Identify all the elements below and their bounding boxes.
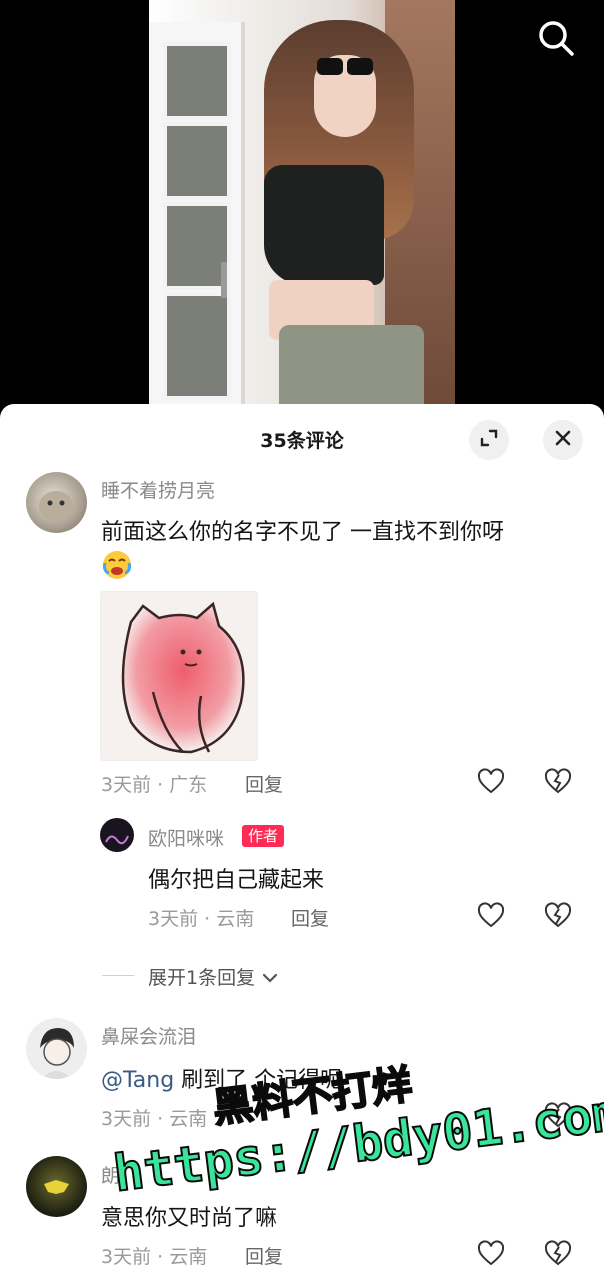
avatar[interactable] — [26, 1018, 87, 1079]
search-icon[interactable] — [536, 18, 576, 58]
reply-button[interactable]: 回复 — [245, 770, 283, 797]
sunglasses — [317, 58, 375, 76]
comment-username[interactable]: 鼻屎会流泪 — [101, 1022, 196, 1049]
dislike-broken-heart-icon[interactable] — [544, 768, 572, 796]
crying-emoji — [101, 548, 133, 580]
comment-username[interactable]: 睡不着捞月亮 — [101, 476, 215, 503]
avatar[interactable] — [26, 472, 87, 533]
mention-link[interactable]: @Tang — [101, 1068, 174, 1093]
like-heart-icon[interactable] — [477, 902, 505, 930]
avatar[interactable] — [26, 1156, 87, 1217]
like-heart-icon[interactable] — [477, 768, 505, 796]
expand-button[interactable] — [469, 420, 509, 460]
reply-meta: 3天前 · 云南 — [148, 908, 255, 930]
video-frame — [149, 0, 455, 404]
dislike-broken-heart-icon[interactable] — [544, 1240, 572, 1268]
expand-icon — [479, 428, 499, 452]
author-badge: 作者 — [242, 825, 285, 847]
comment-meta: 3天前 · 广东 — [101, 774, 208, 796]
like-heart-icon[interactable] — [477, 1240, 505, 1268]
reply-button[interactable]: 回复 — [245, 1242, 283, 1269]
expand-replies-label: 展开1条回复 — [148, 967, 256, 989]
chevron-down-icon — [261, 968, 279, 990]
door — [149, 22, 245, 404]
reply-username[interactable]: 欧阳咪咪 — [148, 824, 224, 851]
comment-text: 意思你又时尚了嘛 — [101, 1206, 278, 1231]
close-button[interactable] — [543, 420, 583, 460]
comment-meta: 3天前 · 云南 — [101, 1246, 208, 1268]
close-icon — [553, 428, 573, 452]
reply-text: 偶尔把自己藏起来 — [148, 868, 325, 893]
comment-meta: 3天前 · 云南 — [101, 1108, 208, 1130]
reply-button[interactable]: 回复 — [291, 904, 329, 931]
expand-replies-button[interactable]: 展开1条回复 — [148, 963, 279, 990]
author-avatar[interactable] — [100, 818, 134, 852]
dislike-broken-heart-icon[interactable] — [544, 902, 572, 930]
video-player[interactable] — [0, 0, 604, 404]
comments-title: 35条评论 — [260, 430, 344, 452]
comments-sheet: 35条评论 睡不着捞月亮 前面这么你的名字不见了 一直找不到你呀 3天前 · 广… — [0, 404, 604, 1280]
comment-text: 前面这么你的名字不见了 一直找不到你呀 — [101, 520, 504, 545]
pink-cat-sticker[interactable] — [100, 591, 258, 761]
divider — [102, 975, 134, 976]
